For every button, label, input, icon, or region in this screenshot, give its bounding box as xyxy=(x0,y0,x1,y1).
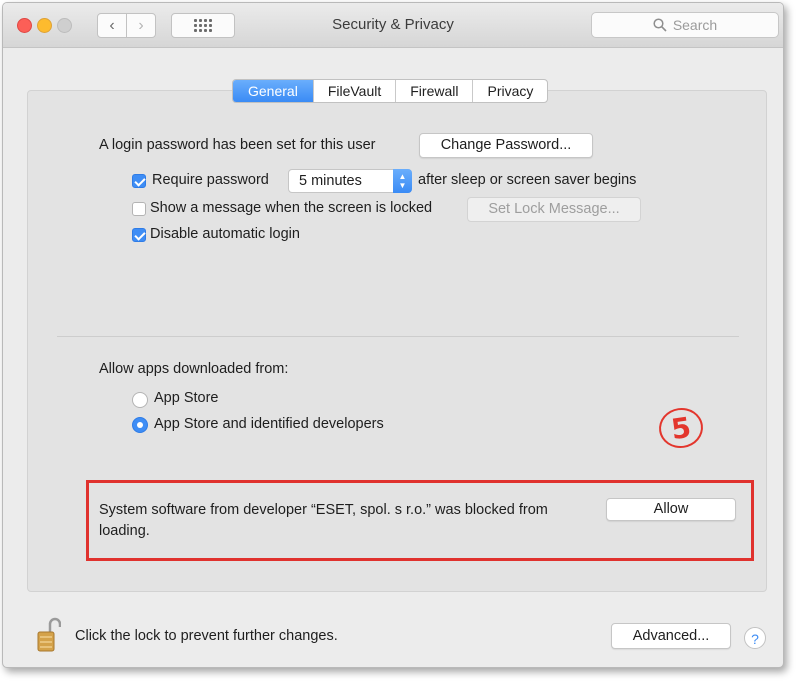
allow-button[interactable]: Allow xyxy=(606,498,736,521)
disable-autologin-label: Disable automatic login xyxy=(150,226,300,242)
tab-bar: General FileVault Firewall Privacy xyxy=(232,79,549,103)
grid-icon xyxy=(194,19,212,32)
change-password-button[interactable]: Change Password... xyxy=(419,133,593,158)
require-password-label: Require password xyxy=(152,172,269,188)
app-store-label: App Store xyxy=(154,390,219,406)
window-title: Security & Privacy xyxy=(332,16,454,33)
title-bar: ‹ › Security & Privacy Search xyxy=(3,3,783,48)
show-message-label: Show a message when the screen is locked xyxy=(150,200,433,216)
zoom-window-button[interactable] xyxy=(57,18,72,33)
search-placeholder: Search xyxy=(672,17,718,33)
login-password-text: A login password has been set for this u… xyxy=(99,137,376,153)
require-password-delay-value: 5 minutes xyxy=(299,173,362,189)
set-lock-message-button[interactable]: Set Lock Message... xyxy=(467,197,641,222)
blocked-software-message: System software from developer “ESET, sp… xyxy=(99,502,548,539)
tab-privacy[interactable]: Privacy xyxy=(472,80,547,102)
require-password-delay-select[interactable]: 5 minutes ▲ ▼ xyxy=(288,169,412,193)
help-button[interactable]: ? xyxy=(744,627,766,649)
tab-filevault[interactable]: FileVault xyxy=(312,80,395,102)
identified-developers-label: App Store and identified developers xyxy=(154,416,384,432)
back-button[interactable]: ‹ xyxy=(97,13,127,38)
advanced-button[interactable]: Advanced... xyxy=(611,623,731,649)
lock-open-icon[interactable] xyxy=(37,616,61,652)
tab-general[interactable]: General xyxy=(233,80,313,102)
chevron-left-icon: ‹ xyxy=(109,16,115,34)
show-all-button[interactable] xyxy=(171,13,235,38)
require-password-checkbox[interactable] xyxy=(132,174,146,188)
show-message-checkbox[interactable] xyxy=(132,202,146,216)
forward-button[interactable]: › xyxy=(126,13,156,38)
allow-apps-heading: Allow apps downloaded from: xyxy=(99,361,289,377)
preferences-window: ‹ › Security & Privacy Search General Fi… xyxy=(2,2,784,668)
lock-instruction-text: Click the lock to prevent further change… xyxy=(75,628,338,644)
minimize-window-button[interactable] xyxy=(37,18,52,33)
tab-firewall[interactable]: Firewall xyxy=(395,80,472,102)
popup-arrows-icon: ▲ ▼ xyxy=(393,169,412,193)
require-password-suffix: after sleep or screen saver begins xyxy=(418,172,637,188)
identified-developers-radio[interactable] xyxy=(132,417,148,433)
section-divider xyxy=(57,336,739,337)
disable-autologin-checkbox[interactable] xyxy=(132,228,146,242)
search-icon xyxy=(653,18,667,32)
app-store-radio[interactable] xyxy=(132,392,148,408)
close-window-button[interactable] xyxy=(17,18,32,33)
chevron-right-icon: › xyxy=(138,16,144,34)
search-field[interactable]: Search xyxy=(591,12,779,38)
